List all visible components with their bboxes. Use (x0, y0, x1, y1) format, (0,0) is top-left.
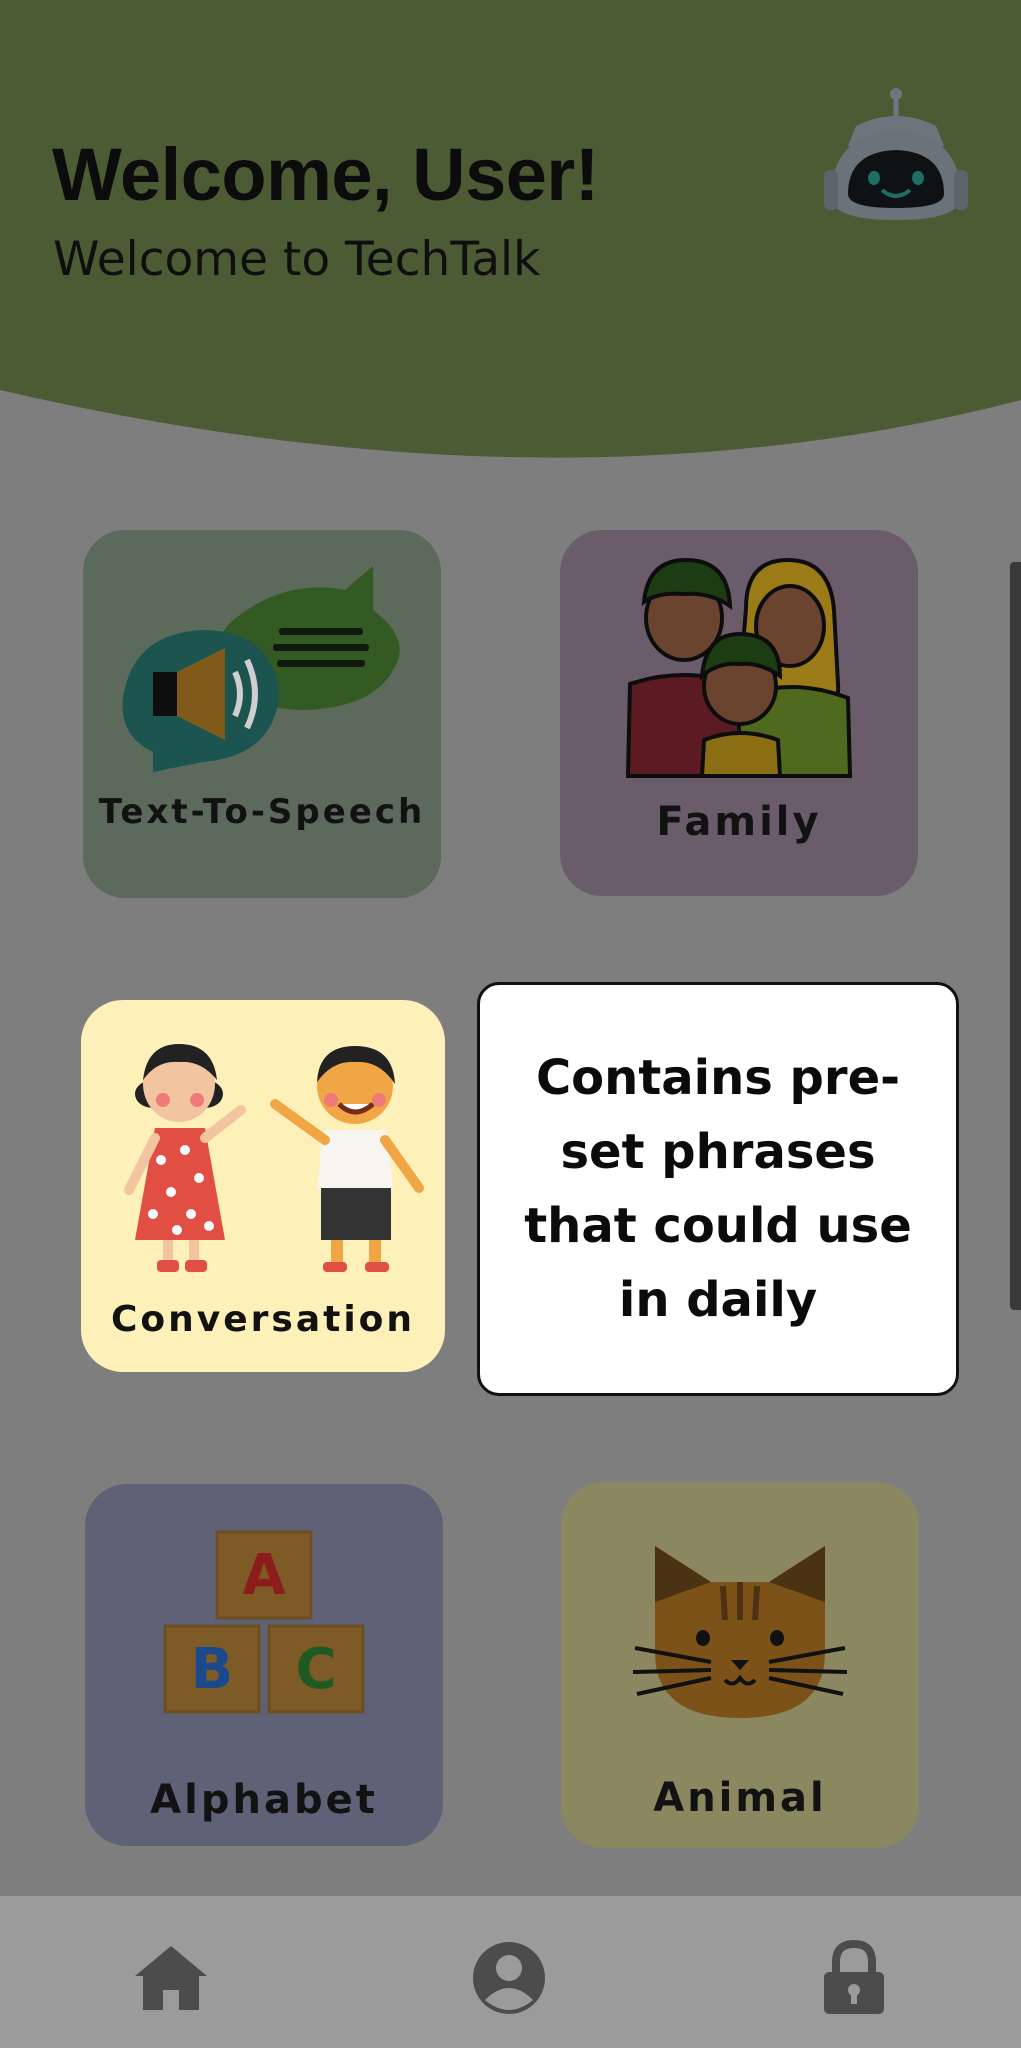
lock-icon[interactable] (814, 1938, 894, 2018)
card-label: Animal (653, 1775, 827, 1821)
speech-bubbles-speaker-icon (122, 566, 400, 772)
card-label: Text-To-Speech (98, 792, 426, 832)
card-alphabet[interactable]: A B C Alphabet (85, 1484, 443, 1846)
card-conversation[interactable]: Conversation (81, 1000, 445, 1372)
svg-text:C: C (295, 1637, 336, 1702)
description-tooltip: Contains pre-set phrases that could use … (477, 982, 959, 1396)
card-text-to-speech[interactable]: Text-To-Speech (83, 530, 441, 898)
tooltip-text: Contains pre-set phrases that could use … (524, 1050, 912, 1328)
svg-text:A: A (242, 1543, 286, 1608)
welcome-title: Welcome, User! (52, 133, 599, 216)
scrollbar[interactable] (1010, 562, 1021, 1310)
svg-text:B: B (191, 1637, 234, 1702)
welcome-subtitle: Welcome to TechTalk (53, 232, 541, 287)
user-icon[interactable] (469, 1938, 549, 2018)
robot-icon[interactable] (822, 86, 970, 222)
card-label: Conversation (110, 1299, 416, 1340)
card-label: Family (656, 799, 822, 845)
bottom-navigation (0, 1896, 1021, 2048)
card-animal[interactable]: Animal (561, 1482, 919, 1848)
home-icon[interactable] (131, 1938, 211, 2018)
card-label: Alphabet (150, 1777, 378, 1823)
card-family[interactable]: Family (560, 530, 918, 896)
